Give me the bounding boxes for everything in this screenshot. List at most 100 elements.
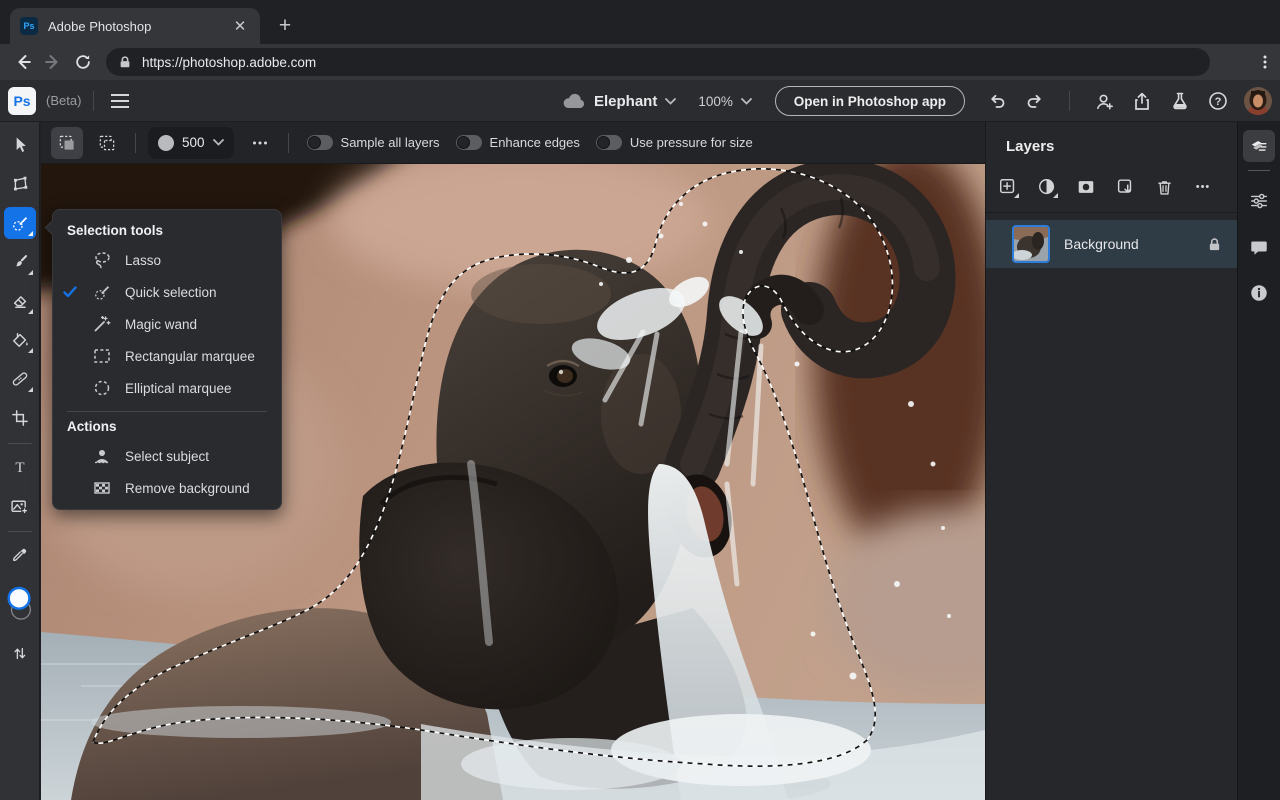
photoshop-favicon: Ps [20, 17, 38, 35]
swap-colors-icon[interactable] [4, 637, 36, 669]
enhance-edges-toggle[interactable] [455, 135, 482, 150]
forward-icon[interactable] [38, 47, 68, 77]
layer-thumbnail [1012, 225, 1050, 263]
info-tab-icon[interactable] [1243, 277, 1275, 309]
menu-title: Selection tools [67, 223, 164, 238]
use-pressure-toggle[interactable] [595, 135, 622, 150]
actions-title: Actions [67, 419, 117, 434]
flyout-indicator [27, 231, 33, 236]
open-in-photoshop-button[interactable]: Open in Photoshop app [774, 86, 965, 116]
photoshop-logo: Ps [8, 86, 36, 115]
menu-item-lasso[interactable]: Lasso [53, 244, 281, 276]
url-text: https://photoshop.adobe.com [142, 54, 317, 70]
layers-tab-icon[interactable] [1243, 130, 1275, 162]
layer-mask-icon[interactable] [1072, 173, 1100, 201]
screen: Ps Adobe Photoshop ✕ + https://photoshop… [0, 0, 1280, 800]
browser-tabstrip: Ps Adobe Photoshop ✕ + [0, 0, 1280, 44]
new-tab-button[interactable]: + [272, 13, 298, 39]
tool-rail: T [0, 122, 40, 800]
move-layer-icon[interactable] [1111, 173, 1139, 201]
transform-tool[interactable] [4, 168, 36, 200]
lock-icon [120, 56, 130, 68]
fill-tool[interactable] [4, 324, 36, 356]
reload-icon[interactable] [68, 47, 98, 77]
color-swatch[interactable] [4, 578, 36, 630]
share-icon[interactable] [1126, 85, 1158, 117]
app-menu-icon[interactable] [106, 87, 134, 115]
divider [986, 212, 1238, 213]
zoom-level[interactable]: 100% [698, 94, 733, 109]
divider [93, 90, 95, 111]
brush-preview-dot [158, 134, 174, 151]
address-bar[interactable]: https://photoshop.adobe.com [106, 48, 1210, 76]
menu-item-elliptical-marquee[interactable]: Elliptical marquee [53, 372, 281, 404]
options-bar: 500 Sample all layers Enhance edges Use … [41, 122, 985, 164]
brush-size-dropdown[interactable]: 500 [148, 126, 234, 159]
chevron-down-icon[interactable] [740, 97, 752, 105]
help-icon[interactable]: ? [1202, 85, 1234, 117]
task-rail [1237, 122, 1280, 800]
elliptical-marquee-icon [87, 378, 117, 398]
invite-people-icon[interactable] [1088, 85, 1120, 117]
flyout-indicator [1014, 193, 1019, 198]
enhance-edges-label: Enhance edges [489, 135, 580, 150]
add-image-tool[interactable] [4, 490, 36, 522]
sample-all-layers-toggle[interactable] [306, 135, 333, 150]
subtract-from-selection-icon[interactable] [91, 127, 123, 159]
lasso-icon [87, 250, 117, 270]
crop-tool[interactable] [4, 402, 36, 434]
magic-wand-icon [87, 314, 117, 334]
properties-tab-icon[interactable] [1243, 185, 1275, 217]
sample-all-layers-label: Sample all layers [340, 135, 440, 150]
tab-close-icon[interactable]: ✕ [230, 16, 250, 36]
experiments-flask-icon[interactable] [1164, 85, 1196, 117]
brush-tool[interactable] [4, 246, 36, 278]
layers-more-icon[interactable]: ••• [1189, 173, 1217, 201]
browser-tab[interactable]: Ps Adobe Photoshop ✕ [10, 8, 260, 44]
comments-tab-icon[interactable] [1243, 231, 1275, 263]
lock-icon[interactable] [1207, 237, 1222, 252]
layer-name: Background [1064, 236, 1139, 252]
select-subject-icon [87, 446, 117, 466]
browser-menu-icon[interactable] [1256, 53, 1274, 71]
eyedropper-tool[interactable] [4, 539, 36, 571]
add-to-selection-icon[interactable] [51, 126, 83, 159]
document-name[interactable]: Elephant [594, 93, 657, 110]
menu-item-remove-background[interactable]: Remove background [53, 472, 281, 504]
flyout-indicator [27, 309, 33, 314]
remove-background-icon [87, 478, 117, 498]
divider [7, 443, 32, 444]
eraser-tool[interactable] [4, 285, 36, 317]
user-avatar[interactable] [1244, 87, 1272, 115]
menu-item-quick-selection[interactable]: Quick selection [53, 276, 281, 308]
menu-item-magic-wand[interactable]: Magic wand [53, 308, 281, 340]
chevron-down-icon [212, 139, 224, 146]
quick-selection-icon [87, 282, 117, 302]
delete-layer-icon[interactable] [1150, 173, 1178, 201]
menu-item-select-subject[interactable]: Select subject [53, 440, 281, 472]
divider [7, 531, 32, 532]
redo-icon[interactable] [1019, 85, 1051, 117]
app-header: Ps (Beta) Elephant 100% Open in Photosho… [0, 80, 1280, 122]
divider [67, 411, 267, 412]
healing-tool[interactable] [4, 363, 36, 395]
layers-panel-title: Layers [1006, 138, 1055, 155]
chevron-down-icon[interactable] [665, 97, 677, 105]
flyout-indicator [27, 387, 33, 392]
quick-selection-tool[interactable] [3, 207, 36, 239]
selection-tools-menu: Selection tools Lasso Quick selection Ma… [44, 209, 282, 510]
back-icon[interactable] [8, 47, 38, 77]
type-tool[interactable]: T [4, 451, 36, 483]
svg-text:?: ? [1215, 96, 1222, 108]
more-options-icon[interactable] [244, 127, 276, 159]
flyout-indicator [1053, 193, 1058, 198]
menu-item-rectangular-marquee[interactable]: Rectangular marquee [53, 340, 281, 372]
layers-panel: Layers ••• Background [985, 122, 1238, 800]
divider [1248, 170, 1270, 171]
layer-row-background[interactable]: Background [986, 220, 1238, 268]
new-layer-icon[interactable] [994, 173, 1022, 201]
adjustment-icon[interactable] [1033, 173, 1061, 201]
undo-icon[interactable] [981, 85, 1013, 117]
browser-toolbar: https://photoshop.adobe.com [0, 44, 1280, 80]
move-tool[interactable] [4, 129, 36, 161]
